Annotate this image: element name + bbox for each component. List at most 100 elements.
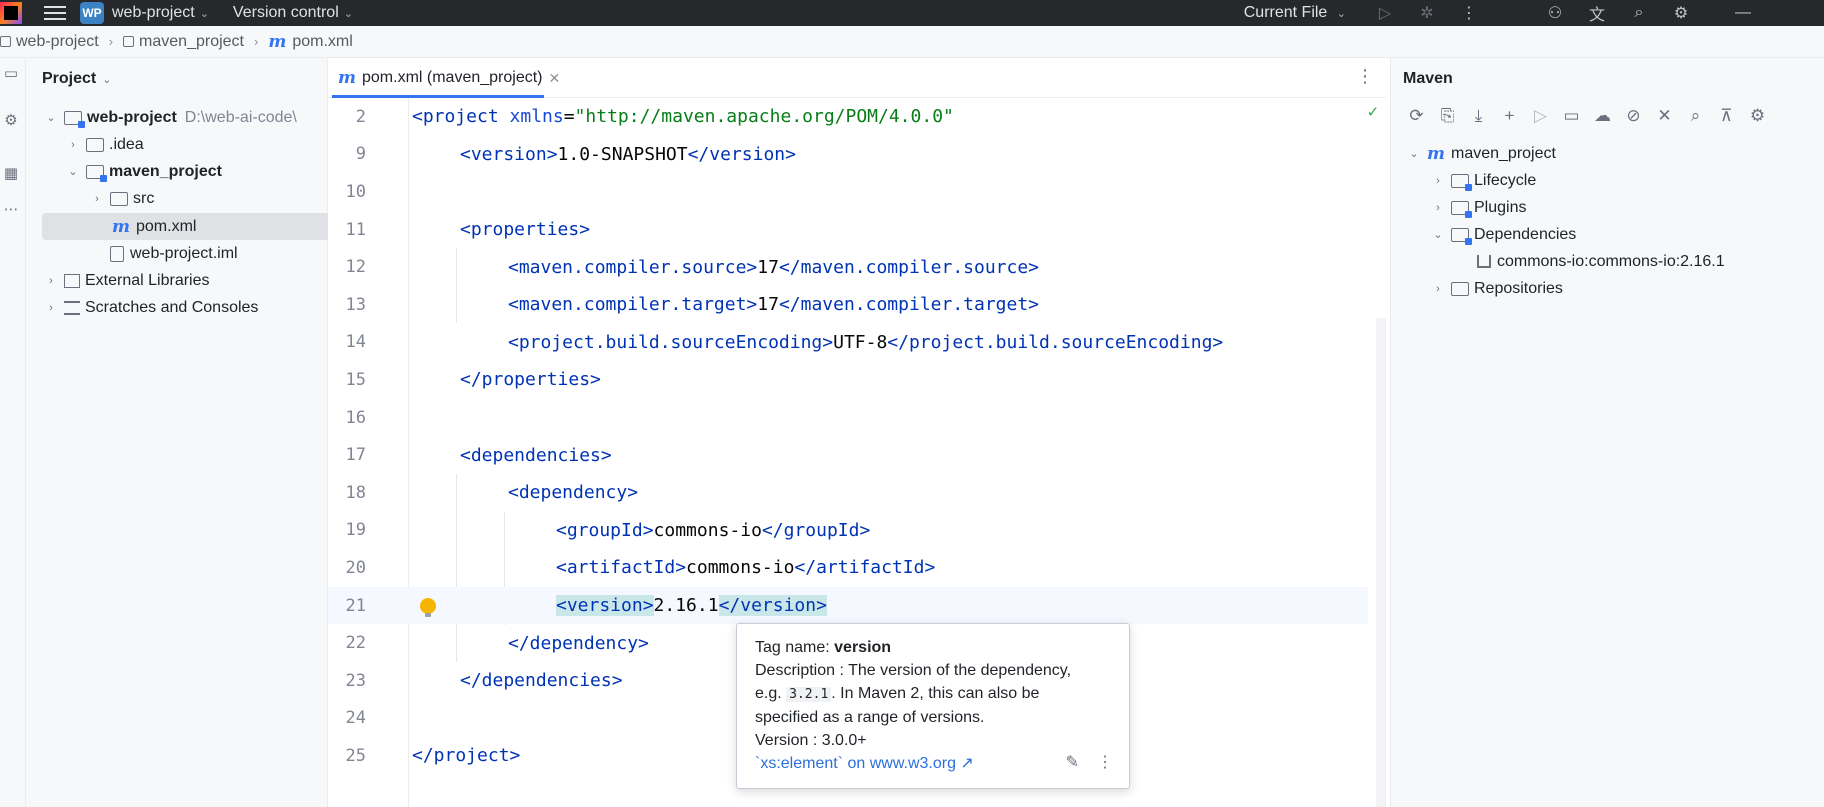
run-icon[interactable]: ▷ [1364,0,1406,26]
code-line: 17 <dependencies> [345,444,612,466]
code-line: 15 </properties> [345,369,601,391]
chevron-right-icon[interactable]: › [44,275,58,287]
breadcrumb-maven-project[interactable]: maven_project [123,33,244,51]
chevron-down-icon: ⌄ [343,7,353,20]
more-options-icon[interactable]: ⋮ [1097,751,1113,774]
analyze-icon[interactable]: ⌕ [1680,102,1711,130]
folder-icon [110,191,128,206]
download-icon[interactable]: ⤓ [1463,102,1494,130]
code-line: 2 <project xmlns="http://maven.apache.or… [355,106,954,128]
module-folder-icon [64,110,85,128]
module-folder-icon [86,164,107,182]
vertical-scrollbar[interactable] [1376,318,1386,807]
tree-item-scratches[interactable]: › Scratches and Consoles [44,294,258,321]
tree-item-web-project-iml[interactable]: web-project.iml [90,240,238,267]
tree-item-web-project[interactable]: ⌄ web-project D:\web-ai-code\ [44,104,297,131]
debug-icon[interactable]: ✲ [1406,0,1448,26]
code-line: 12 <maven.compiler.source>17</maven.comp… [345,256,1040,278]
execute-goal-icon[interactable]: ▭ [1556,102,1587,130]
tab-more-icon[interactable]: ⋮ [1356,66,1374,87]
maven-tree-lifecycle[interactable]: › Lifecycle [1431,167,1536,194]
maven-settings-icon[interactable]: ⚙ [1742,102,1773,130]
minimize-icon[interactable]: — [1722,0,1764,26]
dependencies-folder-icon [1451,227,1472,245]
collapse-all-icon[interactable]: ⊼ [1711,102,1742,130]
folder-icon [86,137,104,152]
breadcrumb-web-project[interactable]: web-project [0,33,99,51]
maven-tree-project[interactable]: ⌄ m maven_project [1407,140,1556,167]
intention-bulb-icon[interactable] [420,597,436,617]
chevron-right-icon[interactable]: › [66,139,80,151]
chevron-down-icon: ⌄ [102,73,112,86]
maven-tree-plugins[interactable]: › Plugins [1431,194,1526,221]
intellij-logo-icon[interactable] [0,2,22,24]
generate-sources-icon[interactable]: ⎘ [1432,102,1463,130]
version-control-menu[interactable]: Version control [233,4,339,22]
collapse-icon[interactable]: ✕ [1649,102,1680,130]
maven-tree-dependencies[interactable]: ⌄ Dependencies [1431,221,1576,248]
chevron-down-icon[interactable]: ⌄ [44,111,58,124]
chevron-right-icon[interactable]: › [1431,175,1445,187]
tool-window-strip: ▭ ⚙ ▦ ⋯ [0,58,26,807]
maven-file-icon: m [1427,143,1445,164]
maven-file-icon: m [268,31,287,52]
tree-item-pom-xml[interactable]: m pom.xml [42,213,338,240]
settings-icon[interactable]: ⚙ [0,109,22,131]
chevron-right-icon: › [254,34,259,49]
chevron-down-icon[interactable]: ⌄ [1431,228,1445,241]
lifecycle-folder-icon [1451,173,1472,191]
more-actions-icon[interactable]: ⋮ [1448,0,1490,26]
chevron-right-icon[interactable]: › [1431,202,1445,214]
documentation-tooltip: Tag name: version Description : The vers… [736,623,1130,789]
project-switcher[interactable]: web-project [112,4,195,22]
edit-pencil-icon[interactable]: ✎ [1066,751,1079,774]
run-icon[interactable]: ▷ [1525,102,1556,130]
add-icon[interactable]: + [1494,102,1525,130]
project-panel-title[interactable]: Project ⌄ [26,58,327,100]
chevron-right-icon[interactable]: › [44,302,58,314]
code-line: 20 <artifactId>commons-io</artifactId> [345,557,936,579]
tree-item-idea[interactable]: › .idea [66,131,144,158]
maven-file-icon: m [338,68,356,88]
maven-tree-repositories[interactable]: › Repositories [1431,275,1563,302]
code-line: 13 <maven.compiler.target>17</maven.comp… [345,294,1040,316]
maven-toolbar: ⟳ ⎘ ⤓ + ▷ ▭ ☁ ⊘ ✕ ⌕ ⊼ ⚙ [1391,100,1824,132]
more-tools-icon[interactable]: ⋯ [0,198,22,220]
structure-icon[interactable]: ▦ [0,162,22,184]
translate-icon[interactable]: 文 [1576,0,1618,26]
w3-link[interactable]: `xs:element` on www.w3.org ↗ [755,752,1111,775]
settings-gear-icon[interactable]: ⚙ [1660,0,1702,26]
maven-tree-dependency-commons-io[interactable]: commons-io:commons-io:2.16.1 [1471,248,1725,275]
chevron-down-icon[interactable]: ⌄ [1407,147,1421,160]
code-line: 10 [345,181,366,202]
add-user-icon[interactable]: ⚇ [1534,0,1576,26]
tree-item-maven-project[interactable]: ⌄ maven_project [66,158,222,185]
tab-pom-xml[interactable]: m pom.xml (maven_project) ✕ [332,58,566,98]
project-panel: Project ⌄ ⌄ web-project D:\web-ai-code\ ›… [26,58,338,807]
reload-icon[interactable]: ⟳ [1401,102,1432,130]
code-line: 9 <version>1.0-SNAPSHOT</version> [355,143,796,165]
editor-tabs: m pom.xml (maven_project) ✕ ⋮ [328,58,1386,98]
code-line-current: 21 <version>2.16.1</version> [328,586,1368,625]
module-icon [123,36,135,47]
skip-tests-icon[interactable]: ⊘ [1618,102,1649,130]
main-menu-icon[interactable] [44,6,66,20]
tree-item-src[interactable]: › src [90,185,154,212]
project-badge[interactable]: WP [80,2,104,24]
iml-file-icon [110,245,124,262]
breadcrumb-pom-xml[interactable]: m pom.xml [268,32,352,52]
library-icon [64,273,80,288]
offline-icon[interactable]: ☁ [1587,102,1618,130]
close-icon[interactable]: ✕ [549,70,561,87]
no-problems-check-icon[interactable]: ✓ [1368,102,1378,122]
search-icon[interactable]: ⌕ [1618,0,1660,26]
code-line: 18 <dependency> [345,482,639,504]
chevron-down-icon[interactable]: ⌄ [66,165,80,178]
chevron-right-icon[interactable]: › [90,193,104,205]
chevron-right-icon[interactable]: › [1431,283,1445,295]
tree-item-external-libraries[interactable]: › External Libraries [44,267,209,294]
repositories-folder-icon [1451,281,1469,296]
project-folder-icon[interactable]: ▭ [0,62,22,84]
maximize-icon[interactable] [1764,0,1824,26]
run-config-selector[interactable]: Current File ⌄ [1244,4,1346,22]
